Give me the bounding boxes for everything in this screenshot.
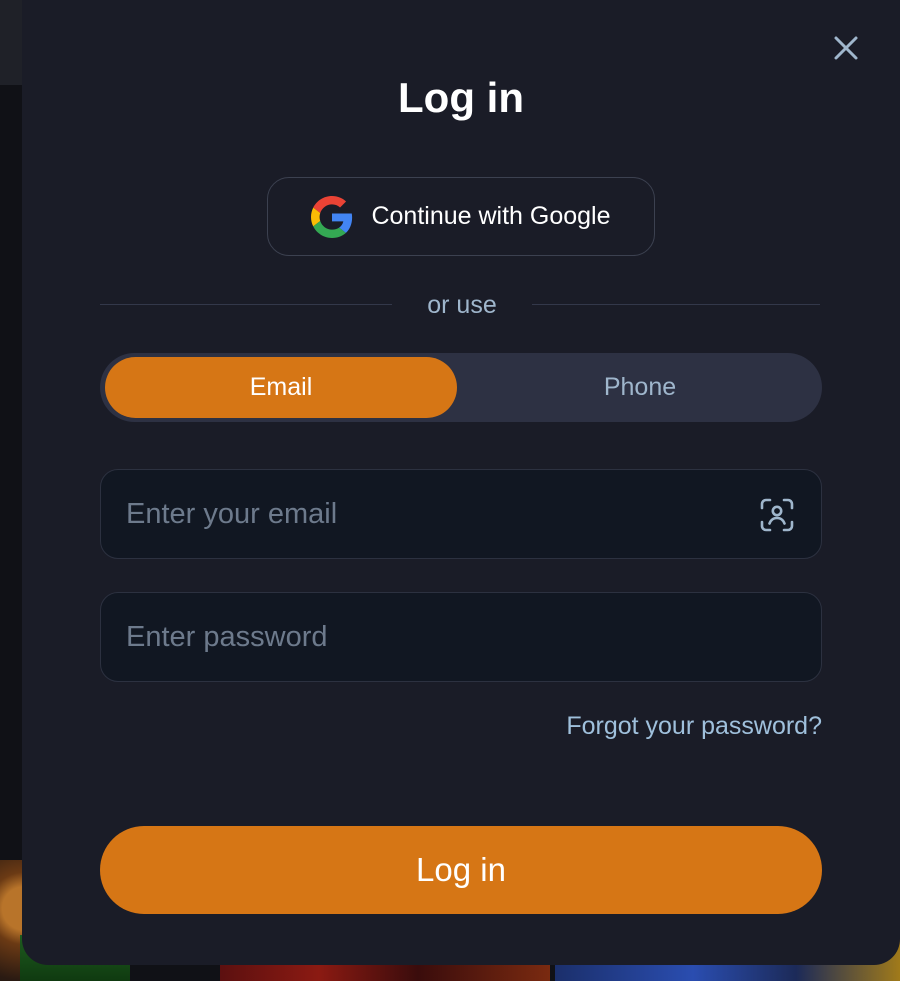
divider-line-left [100, 304, 392, 305]
google-button-label: Continue with Google [371, 202, 611, 230]
login-modal: Log in Continue with Google or use Email… [22, 0, 900, 965]
login-submit-button[interactable]: Log in [100, 826, 822, 914]
divider-text: or use [427, 291, 497, 319]
password-input[interactable] [101, 593, 821, 681]
login-method-tabs: Email Phone [100, 353, 822, 422]
tab-phone[interactable]: Phone [462, 357, 818, 418]
divider-line-right [532, 304, 820, 305]
face-scan-icon[interactable] [759, 497, 795, 533]
email-input[interactable] [101, 470, 821, 558]
tab-email[interactable]: Email [105, 357, 457, 418]
or-use-divider: or use [100, 287, 820, 323]
close-icon [834, 36, 858, 60]
forgot-password-link[interactable]: Forgot your password? [100, 712, 822, 741]
email-field-container [100, 469, 822, 559]
close-button[interactable] [828, 30, 864, 66]
google-icon [311, 195, 353, 238]
modal-title: Log in [398, 74, 524, 121]
continue-with-google-button[interactable]: Continue with Google [267, 177, 655, 256]
password-field-container [100, 592, 822, 682]
